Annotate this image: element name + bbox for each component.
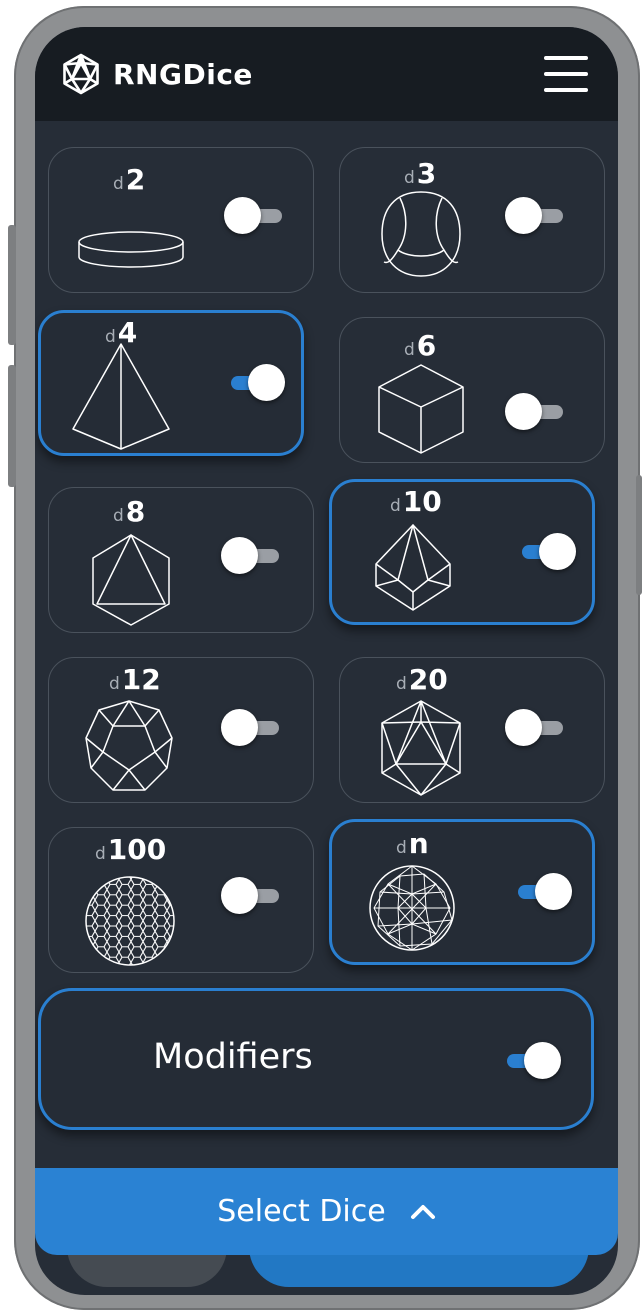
modifiers-card[interactable]: Modifiers [38, 988, 594, 1130]
die-toggle[interactable] [221, 536, 283, 576]
die-toggle[interactable] [514, 532, 576, 572]
coin-icon [78, 231, 184, 268]
modifiers-label: Modifiers [153, 1037, 313, 1077]
hamburger-menu-icon[interactable] [544, 56, 588, 92]
dodecahedron-icon [85, 700, 173, 791]
die-card-d20[interactable]: d20 [339, 657, 605, 803]
d3-icon [381, 191, 461, 277]
chevron-up-icon [410, 1204, 435, 1219]
die-card-d8[interactable]: d8 [48, 487, 314, 633]
phone-side-button [8, 365, 16, 487]
die-label: d12 [109, 663, 161, 696]
die-toggle[interactable] [221, 876, 283, 916]
die-toggle[interactable] [224, 196, 286, 236]
die-card-d6[interactable]: d6 [339, 317, 605, 463]
d20-logo-icon [63, 53, 99, 95]
die-label: d8 [113, 495, 146, 528]
d100-sphere-icon [85, 876, 175, 966]
die-card-dn[interactable]: dn [329, 819, 595, 965]
die-label: d100 [95, 833, 167, 866]
die-card-d3[interactable]: d3 [339, 147, 605, 293]
octahedron-icon [92, 534, 170, 626]
die-card-d2[interactable]: d2 [48, 147, 314, 293]
die-label: dn [396, 827, 429, 860]
phone-side-button [636, 475, 642, 595]
app-screen: RNGDice d2 d3 d4 d6 d8 d10 d12 d20 d100 … [35, 27, 618, 1295]
app-title: RNGDice [113, 57, 253, 91]
die-toggle[interactable] [221, 708, 283, 748]
die-label: d3 [404, 157, 437, 190]
dn-sphere-icon [369, 865, 455, 951]
select-dice-label: Select Dice [217, 1194, 386, 1229]
die-card-d100[interactable]: d100 [48, 827, 314, 973]
die-toggle[interactable] [505, 708, 567, 748]
die-toggle[interactable] [505, 196, 567, 236]
die-card-d4[interactable]: d4 [38, 310, 304, 456]
die-toggle[interactable] [505, 392, 567, 432]
tetrahedron-icon [72, 343, 170, 450]
d10-icon [375, 524, 451, 611]
die-toggle[interactable] [223, 363, 285, 403]
app-header: RNGDice [35, 27, 618, 121]
phone-side-button [8, 225, 16, 345]
modifiers-toggle[interactable] [499, 1041, 561, 1081]
die-card-d10[interactable]: d10 [329, 479, 595, 625]
die-label: d2 [113, 163, 146, 196]
die-label: d6 [404, 329, 437, 362]
select-dice-button[interactable]: Select Dice [35, 1168, 618, 1255]
die-label: d20 [396, 663, 448, 696]
die-toggle[interactable] [510, 872, 572, 912]
app-logo[interactable]: RNGDice [59, 52, 253, 96]
icosahedron-icon [381, 700, 461, 796]
die-card-d12[interactable]: d12 [48, 657, 314, 803]
die-label: d10 [390, 485, 442, 518]
cube-icon [378, 364, 464, 454]
